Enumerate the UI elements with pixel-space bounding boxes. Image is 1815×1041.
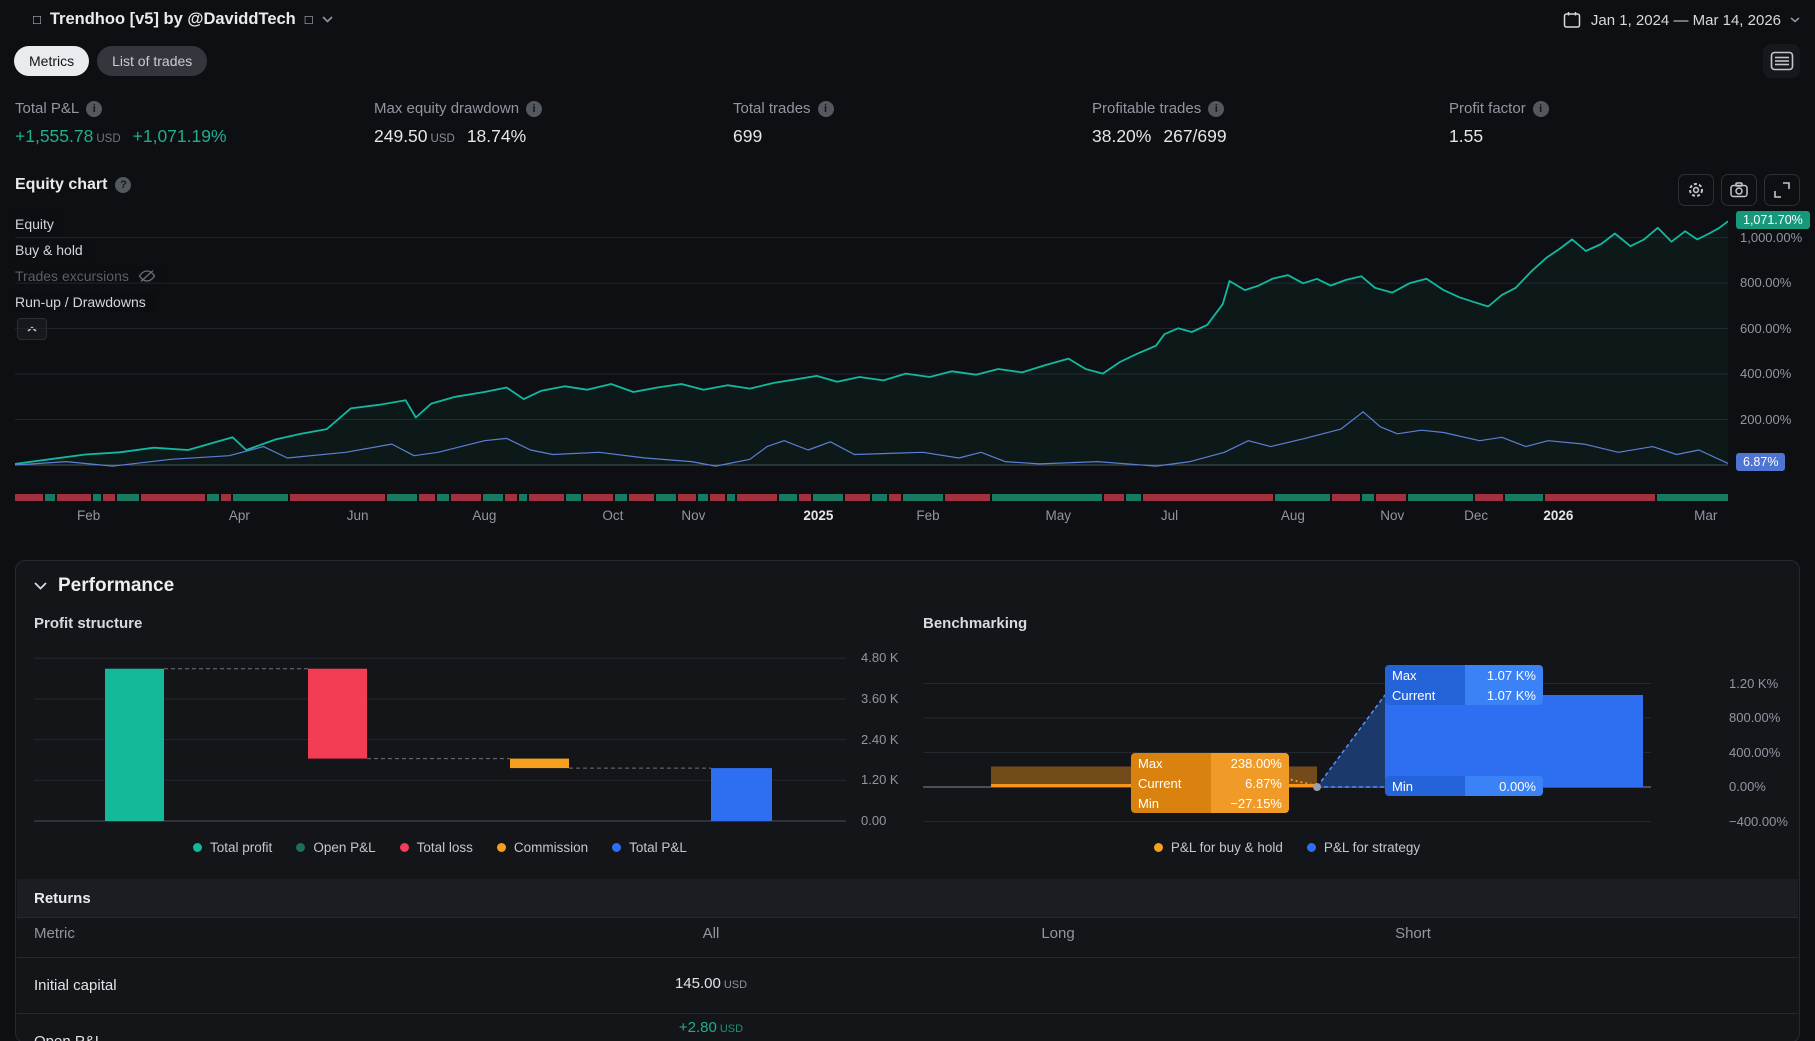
info-icon[interactable]: i xyxy=(1208,101,1224,117)
metric-label: Profitable trades xyxy=(1092,100,1201,117)
metric-max-drawdown: Max equity drawdown i 249.50USD 18.74% xyxy=(374,100,542,147)
camera-icon xyxy=(1730,182,1748,198)
buyhold-tooltip: Max238.00% Current6.87% Min−27.15% xyxy=(1131,753,1289,813)
column-header-long: Long xyxy=(1041,925,1074,942)
cell-initial-capital-all: 145.00USD xyxy=(675,975,747,992)
strategy-tooltip-top: Max1.07 K% Current1.07 K% xyxy=(1385,665,1543,705)
performance-title: Performance xyxy=(58,575,174,597)
column-header-metric: Metric xyxy=(34,925,75,942)
equity-chart-x-axis[interactable]: FebAprJunAugOctNov2025FebMayJulAugNovDec… xyxy=(15,508,1728,528)
performance-header[interactable]: Performance xyxy=(34,575,174,597)
equity-chart-y-axis[interactable]: 1,071.70% 6.87% 1,000.00%800.00%600.00%4… xyxy=(1733,210,1813,472)
strategy-area xyxy=(1385,695,1643,787)
metric-value: +1,555.78 xyxy=(15,126,93,146)
chevron-down-icon[interactable] xyxy=(322,16,333,23)
chevron-down-icon xyxy=(34,582,47,590)
profit-structure-legend: Total profit Open P&L Total loss Commiss… xyxy=(34,840,846,855)
metric-secondary: 267/699 xyxy=(1163,126,1226,146)
calendar-icon xyxy=(1562,10,1582,30)
column-header-short: Short xyxy=(1395,925,1431,942)
info-icon[interactable]: i xyxy=(818,101,834,117)
legend-item-total-pl[interactable]: Total P&L xyxy=(612,840,687,855)
date-range-text: Jan 1, 2024 — Mar 14, 2026 xyxy=(1591,12,1781,29)
benchmarking-legend: P&L for buy & hold P&L for strategy xyxy=(923,840,1651,855)
crossover-dot xyxy=(1313,783,1321,791)
legend-item-total-loss[interactable]: Total loss xyxy=(400,840,473,855)
tab-list-of-trades[interactable]: List of trades xyxy=(97,46,207,76)
metric-value: 699 xyxy=(733,126,762,146)
cell-open-pl-all: +2.80USD xyxy=(679,1019,743,1036)
strategy-tester-page: □ Trendhoo [v5] by @DaviddTech □ Jan 1, … xyxy=(0,0,1815,1041)
series-dot xyxy=(1154,843,1163,852)
list-icon xyxy=(1770,51,1794,71)
legend-item-pl-strategy[interactable]: P&L for strategy xyxy=(1307,840,1420,855)
view-tabs: Metrics List of trades xyxy=(14,46,207,76)
runup-drawdown-strip xyxy=(15,494,1728,501)
metric-label: Max equity drawdown xyxy=(374,100,519,117)
table-divider xyxy=(17,1013,1798,1014)
metric-secondary: 18.74% xyxy=(467,126,526,146)
benchmarking-title: Benchmarking xyxy=(923,615,1027,632)
metric-unit: USD xyxy=(431,133,455,145)
series-dot xyxy=(296,843,305,852)
series-dot xyxy=(193,843,202,852)
help-icon[interactable]: ? xyxy=(115,177,131,193)
series-dot xyxy=(400,843,409,852)
returns-title: Returns xyxy=(34,890,91,907)
row-label-initial-capital: Initial capital xyxy=(34,977,117,994)
metric-total-pl: Total P&L i +1,555.78USD +1,071.19% xyxy=(15,100,227,147)
metric-value: 1.55 xyxy=(1449,126,1483,146)
metric-value: 38.20% xyxy=(1092,126,1151,146)
metric-total-trades: Total trades i 699 xyxy=(733,100,834,147)
info-icon[interactable]: i xyxy=(1533,101,1549,117)
emoji-placeholder-icon: □ xyxy=(305,12,313,27)
metric-label: Total P&L xyxy=(15,100,79,117)
chevron-down-icon xyxy=(1790,17,1800,23)
legend-item-total-profit[interactable]: Total profit xyxy=(193,840,272,855)
snapshot-button[interactable] xyxy=(1721,174,1757,206)
equity-chart-title: Equity chart? xyxy=(15,176,131,194)
profit-structure-chart[interactable] xyxy=(34,649,846,834)
profit-structure-y-axis: 4.80 K3.60 K2.40 K1.20 K0.00 xyxy=(854,649,924,834)
series-dot xyxy=(612,843,621,852)
legend-item-pl-buy-hold[interactable]: P&L for buy & hold xyxy=(1154,840,1283,855)
series-dot xyxy=(1307,843,1316,852)
series-dot xyxy=(497,843,506,852)
page-title: Trendhoo [v5] by @DaviddTech xyxy=(50,10,296,29)
metric-label: Total trades xyxy=(733,100,811,117)
info-icon[interactable]: i xyxy=(526,101,542,117)
info-icon[interactable]: i xyxy=(86,101,102,117)
metric-profit-factor: Profit factor i 1.55 xyxy=(1449,100,1549,147)
profit-structure-title: Profit structure xyxy=(34,615,142,632)
legend-item-open-pl[interactable]: Open P&L xyxy=(296,840,375,855)
metric-secondary: +1,071.19% xyxy=(133,126,227,146)
metric-label: Profit factor xyxy=(1449,100,1526,117)
column-header-all: All xyxy=(703,925,720,942)
emoji-placeholder-icon: □ xyxy=(33,12,41,27)
fullscreen-icon xyxy=(1774,182,1790,198)
metric-profitable-trades: Profitable trades i 38.20% 267/699 xyxy=(1092,100,1227,147)
metric-value: 249.50 xyxy=(374,126,428,146)
legend-item-commission[interactable]: Commission xyxy=(497,840,588,855)
table-divider xyxy=(17,957,1798,958)
strategy-tooltip-min: Min0.00% xyxy=(1385,776,1543,796)
settings-button[interactable] xyxy=(1678,174,1714,206)
returns-section-header: Returns xyxy=(17,879,1798,918)
date-range-picker[interactable]: Jan 1, 2024 — Mar 14, 2026 xyxy=(1562,10,1800,30)
row-label-open-pl: Open P&L xyxy=(34,1033,103,1041)
performance-panel: Performance Profit structure 4.80 K3.60 … xyxy=(15,560,1800,1041)
report-layout-button[interactable] xyxy=(1763,44,1800,78)
metric-unit: USD xyxy=(96,133,120,145)
tab-metrics[interactable]: Metrics xyxy=(14,46,89,76)
strategy-title-row[interactable]: □ Trendhoo [v5] by @DaviddTech □ xyxy=(33,10,333,29)
settings-icon xyxy=(1687,181,1705,199)
benchmarking-y-axis: 1.20 K%800.00%400.00%0.00%−400.00% xyxy=(1722,649,1792,834)
buyhold-current-badge: 6.87% xyxy=(1736,453,1785,471)
equity-chart-plot[interactable] xyxy=(15,210,1728,472)
equity-chart-toolbar xyxy=(1678,174,1800,206)
fullscreen-button[interactable] xyxy=(1764,174,1800,206)
equity-current-badge: 1,071.70% xyxy=(1736,211,1810,229)
